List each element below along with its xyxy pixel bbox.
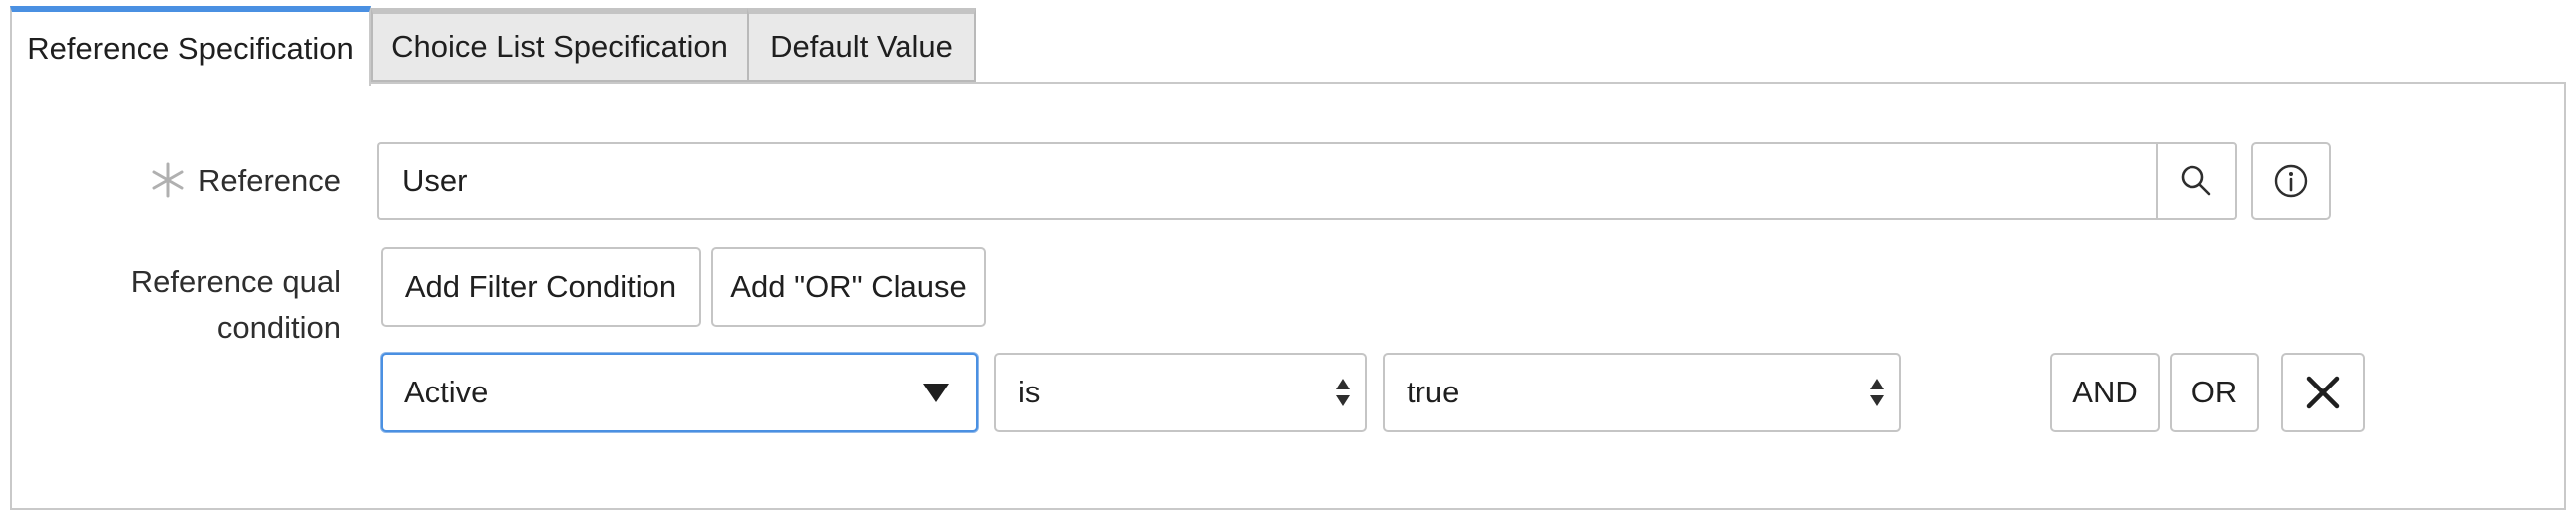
tab-choice-list-specification[interactable]: Choice List Specification — [371, 8, 749, 82]
add-or-clause-label: Add "OR" Clause — [730, 269, 967, 304]
or-label: OR — [2190, 375, 2238, 409]
form-root: Reference Specification Choice List Spec… — [0, 0, 2576, 518]
add-filter-condition-button[interactable]: Add Filter Condition — [381, 247, 701, 327]
reference-qual-label-line1: Reference qual — [130, 264, 341, 299]
condition-value-select[interactable]: true — [1383, 353, 1901, 432]
condition-value-value: true — [1407, 375, 1460, 409]
and-label: AND — [2072, 375, 2138, 409]
and-button[interactable]: AND — [2050, 353, 2160, 432]
add-filter-condition-label: Add Filter Condition — [404, 269, 677, 304]
reference-label: Reference — [197, 163, 341, 198]
tab-label: Reference Specification — [27, 31, 354, 66]
info-icon — [2274, 164, 2308, 198]
remove-condition-button[interactable] — [2281, 353, 2365, 432]
reference-info-button[interactable] — [2251, 142, 2331, 220]
reference-qual-label-line2: condition — [216, 310, 341, 345]
condition-operator-select[interactable]: is — [994, 353, 1367, 432]
or-button[interactable]: OR — [2170, 353, 2259, 432]
condition-field-select[interactable]: Active — [381, 353, 978, 432]
tab-label: Choice List Specification — [391, 29, 728, 64]
add-or-clause-button[interactable]: Add "OR" Clause — [711, 247, 986, 327]
close-icon — [2306, 376, 2340, 409]
reference-input-value: User — [402, 163, 468, 198]
chevron-down-icon — [923, 384, 949, 402]
updown-arrows-icon — [1336, 379, 1350, 406]
tab-default-value[interactable]: Default Value — [747, 8, 976, 82]
search-icon — [2181, 165, 2211, 196]
updown-arrows-icon — [1870, 379, 1884, 406]
condition-operator-value: is — [1018, 375, 1041, 409]
tab-label: Default Value — [770, 29, 953, 64]
reference-qual-label: Reference qual condition — [60, 259, 341, 351]
reference-input[interactable]: User — [377, 142, 2160, 220]
tab-reference-specification[interactable]: Reference Specification — [10, 6, 371, 86]
condition-field-value: Active — [404, 375, 489, 409]
reference-search-button[interactable] — [2156, 142, 2237, 220]
